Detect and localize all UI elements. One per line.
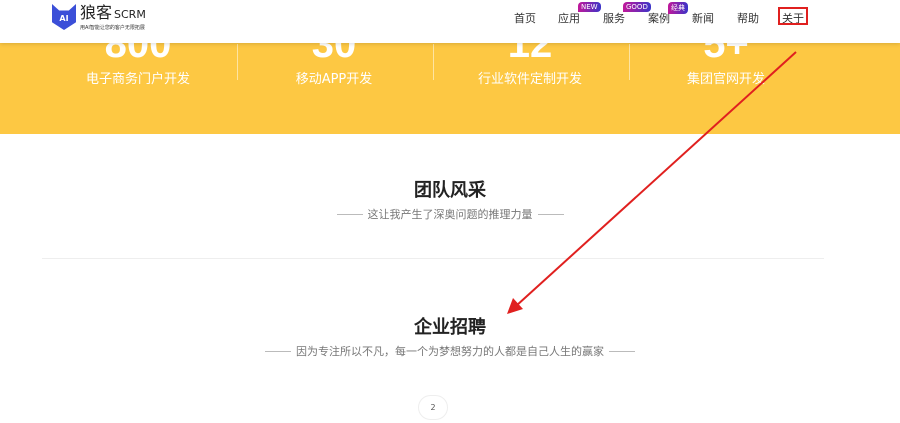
annotation-arrow-icon: [507, 51, 797, 314]
